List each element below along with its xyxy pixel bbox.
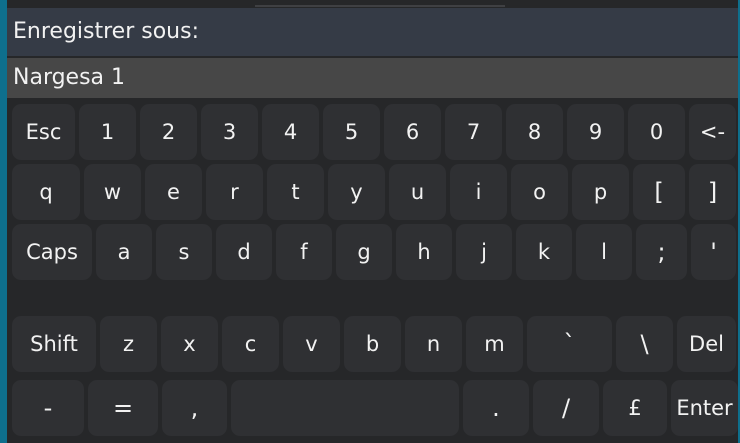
filename-value[interactable]: Nargesa 1 bbox=[13, 64, 125, 92]
key-r[interactable]: r bbox=[206, 164, 263, 220]
key-m[interactable]: m bbox=[466, 316, 523, 372]
key-a[interactable]: a bbox=[96, 224, 152, 280]
caps-lock-key[interactable]: Caps bbox=[12, 224, 92, 280]
key-k[interactable]: k bbox=[516, 224, 572, 280]
virtual-keyboard-screen: Enregistrer sous: Nargesa 1 Esc 1 2 3 4 … bbox=[7, 0, 738, 443]
key-n[interactable]: n bbox=[405, 316, 462, 372]
key-slash[interactable]: / bbox=[533, 380, 599, 436]
key-9[interactable]: 9 bbox=[567, 104, 624, 160]
key-backslash[interactable]: \ bbox=[616, 316, 673, 372]
key-x[interactable]: x bbox=[161, 316, 218, 372]
key-4[interactable]: 4 bbox=[262, 104, 319, 160]
dialog-title: Enregistrer sous: bbox=[13, 19, 199, 44]
key-left-bracket[interactable]: [ bbox=[633, 164, 685, 220]
top-divider bbox=[255, 5, 505, 7]
key-g[interactable]: g bbox=[336, 224, 392, 280]
key-e[interactable]: e bbox=[145, 164, 202, 220]
key-c[interactable]: c bbox=[222, 316, 279, 372]
key-apostrophe[interactable]: ' bbox=[691, 224, 736, 280]
delete-key[interactable]: Del bbox=[677, 316, 736, 372]
key-6[interactable]: 6 bbox=[384, 104, 441, 160]
key-s[interactable]: s bbox=[156, 224, 212, 280]
key-b[interactable]: b bbox=[344, 316, 401, 372]
key-q[interactable]: q bbox=[12, 164, 80, 220]
key-o[interactable]: o bbox=[511, 164, 568, 220]
key-z[interactable]: z bbox=[100, 316, 157, 372]
key-i[interactable]: i bbox=[450, 164, 507, 220]
key-right-bracket[interactable]: ] bbox=[689, 164, 736, 220]
key-w[interactable]: w bbox=[84, 164, 141, 220]
key-backtick[interactable]: ` bbox=[527, 316, 612, 372]
key-0[interactable]: 0 bbox=[628, 104, 685, 160]
key-semicolon[interactable]: ; bbox=[636, 224, 687, 280]
key-equals[interactable]: = bbox=[88, 380, 158, 436]
key-2[interactable]: 2 bbox=[140, 104, 197, 160]
key-h[interactable]: h bbox=[396, 224, 452, 280]
space-bar[interactable] bbox=[231, 380, 459, 436]
key-pound[interactable]: £ bbox=[603, 380, 667, 436]
key-5[interactable]: 5 bbox=[323, 104, 380, 160]
key-p[interactable]: p bbox=[572, 164, 629, 220]
key-3[interactable]: 3 bbox=[201, 104, 258, 160]
key-u[interactable]: u bbox=[389, 164, 446, 220]
key-1[interactable]: 1 bbox=[79, 104, 136, 160]
key-t[interactable]: t bbox=[267, 164, 324, 220]
key-7[interactable]: 7 bbox=[445, 104, 502, 160]
key-f[interactable]: f bbox=[276, 224, 332, 280]
key-j[interactable]: j bbox=[456, 224, 512, 280]
key-8[interactable]: 8 bbox=[506, 104, 563, 160]
key-d[interactable]: d bbox=[216, 224, 272, 280]
key-y[interactable]: y bbox=[328, 164, 385, 220]
key-minus[interactable]: - bbox=[12, 380, 84, 436]
filename-field[interactable]: Nargesa 1 bbox=[7, 58, 738, 98]
shift-key[interactable]: Shift bbox=[12, 316, 96, 372]
key-l[interactable]: l bbox=[576, 224, 632, 280]
key-period[interactable]: . bbox=[463, 380, 529, 436]
enter-key[interactable]: Enter bbox=[671, 380, 738, 436]
key-v[interactable]: v bbox=[283, 316, 340, 372]
backspace-key[interactable]: <- bbox=[689, 104, 736, 160]
key-comma[interactable]: , bbox=[162, 380, 227, 436]
key-esc[interactable]: Esc bbox=[12, 104, 75, 160]
